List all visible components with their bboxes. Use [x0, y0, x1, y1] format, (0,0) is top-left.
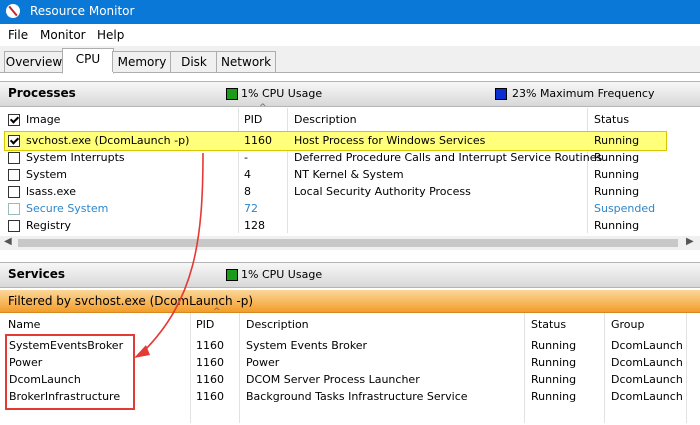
tab-disk[interactable]: Disk	[170, 51, 218, 72]
col-pid[interactable]: PID	[196, 316, 214, 334]
col-group[interactable]: Group	[611, 316, 645, 334]
col-pid[interactable]: PID	[244, 111, 262, 129]
services-filter-bar: Filtered by svchost.exe (DcomLaunch -p)	[0, 290, 700, 313]
process-pid: 4	[244, 168, 251, 181]
process-image: svchost.exe (DcomLaunch -p)	[26, 134, 190, 147]
column-divider[interactable]	[686, 313, 687, 423]
service-description: System Events Broker	[246, 339, 368, 352]
services-title: Services	[8, 267, 66, 281]
max-frequency-swatch-icon	[495, 88, 507, 100]
processes-horizontal-scrollbar[interactable]: ◀ ▶	[0, 236, 700, 250]
service-group: DcomLaunch	[611, 373, 683, 386]
service-description: Background Tasks Infrastructure Service	[246, 390, 468, 403]
row-checkbox[interactable]	[8, 203, 20, 215]
tab-cpu[interactable]: CPU	[62, 48, 114, 74]
col-description[interactable]: Description	[246, 316, 309, 334]
column-divider[interactable]	[524, 313, 525, 423]
menu-monitor[interactable]: Monitor	[40, 28, 86, 42]
process-image: Registry	[26, 219, 72, 232]
service-status: Running	[531, 356, 577, 369]
service-pid: 1160	[196, 356, 224, 369]
processes-section-header[interactable]: Processes 1% CPU Usage 23% Maximum Frequ…	[0, 81, 700, 107]
service-status: Running	[531, 339, 577, 352]
column-divider[interactable]	[287, 108, 288, 233]
menu-help[interactable]: Help	[97, 28, 124, 42]
scrollbar-thumb[interactable]	[18, 239, 678, 247]
process-status: Running	[594, 168, 640, 181]
menu-bar: File Monitor Help	[0, 24, 700, 46]
service-pid: 1160	[196, 339, 224, 352]
services-section-header[interactable]: Services 1% CPU Usage	[0, 262, 700, 288]
row-checkbox[interactable]	[8, 186, 20, 198]
process-pid: -	[244, 151, 248, 164]
title-bar: Resource Monitor	[0, 0, 700, 24]
process-pid: 1160	[244, 134, 272, 147]
cpu-usage-swatch-icon	[226, 88, 238, 100]
process-status: Running	[594, 185, 640, 198]
process-description: Host Process for Windows Services	[294, 134, 486, 147]
service-status: Running	[531, 390, 577, 403]
services-cpu-usage: 1% CPU Usage	[241, 268, 323, 281]
process-status: Running	[594, 134, 640, 147]
service-description: DCOM Server Process Launcher	[246, 373, 420, 386]
process-image: Secure System	[26, 202, 109, 215]
tab-network[interactable]: Network	[216, 51, 276, 72]
col-status[interactable]: Status	[531, 316, 566, 334]
process-pid: 128	[244, 219, 265, 232]
service-pid: 1160	[196, 390, 224, 403]
process-image: lsass.exe	[26, 185, 76, 198]
filter-text: Filtered by svchost.exe (DcomLaunch -p)	[8, 294, 254, 308]
process-image: System	[26, 168, 68, 181]
process-description: Deferred Procedure Calls and Interrupt S…	[294, 151, 603, 164]
column-divider[interactable]	[238, 108, 239, 233]
annotation-highlight-box	[5, 334, 135, 410]
tab-memory[interactable]: Memory	[112, 51, 172, 72]
max-frequency: 23% Maximum Frequency	[512, 87, 655, 100]
row-checkbox[interactable]	[8, 135, 20, 147]
process-image: System Interrupts	[26, 151, 125, 164]
row-checkbox[interactable]	[8, 220, 20, 232]
processes-title: Processes	[8, 86, 76, 100]
column-divider[interactable]	[604, 313, 605, 423]
scroll-left-icon[interactable]: ◀	[4, 236, 12, 247]
service-group: DcomLaunch	[611, 339, 683, 352]
select-all-checkbox[interactable]	[8, 114, 20, 126]
tab-overview[interactable]: Overview	[4, 51, 64, 72]
service-status: Running	[531, 373, 577, 386]
tab-bar: Overview CPU Memory Disk Network	[0, 46, 700, 74]
process-pid: 72	[244, 202, 258, 215]
service-group: DcomLaunch	[611, 356, 683, 369]
col-image[interactable]: Image	[26, 111, 60, 129]
row-checkbox[interactable]	[8, 152, 20, 164]
column-divider[interactable]	[587, 108, 588, 233]
annotation-arrow-line	[142, 152, 204, 353]
service-group: DcomLaunch	[611, 390, 683, 403]
service-description: Power	[246, 356, 280, 369]
col-description[interactable]: Description	[294, 111, 357, 129]
column-divider[interactable]	[190, 313, 191, 423]
column-divider[interactable]	[239, 313, 240, 423]
process-description: Local Security Authority Process	[294, 185, 471, 198]
menu-file[interactable]: File	[8, 28, 28, 42]
service-pid: 1160	[196, 373, 224, 386]
processes-cpu-usage: 1% CPU Usage	[241, 87, 323, 100]
window-title: Resource Monitor	[30, 4, 135, 18]
scroll-right-icon[interactable]: ▶	[686, 236, 694, 247]
resource-monitor-icon	[6, 4, 20, 18]
process-description: NT Kernel & System	[294, 168, 404, 181]
row-checkbox[interactable]	[8, 169, 20, 181]
col-status[interactable]: Status	[594, 111, 629, 129]
process-status: Running	[594, 219, 640, 232]
process-status: Suspended	[594, 202, 656, 215]
cpu-usage-swatch-icon	[226, 269, 238, 281]
process-pid: 8	[244, 185, 251, 198]
annotation-arrow-head	[134, 345, 150, 358]
process-status: Running	[594, 151, 640, 164]
col-name[interactable]: Name	[8, 316, 40, 334]
